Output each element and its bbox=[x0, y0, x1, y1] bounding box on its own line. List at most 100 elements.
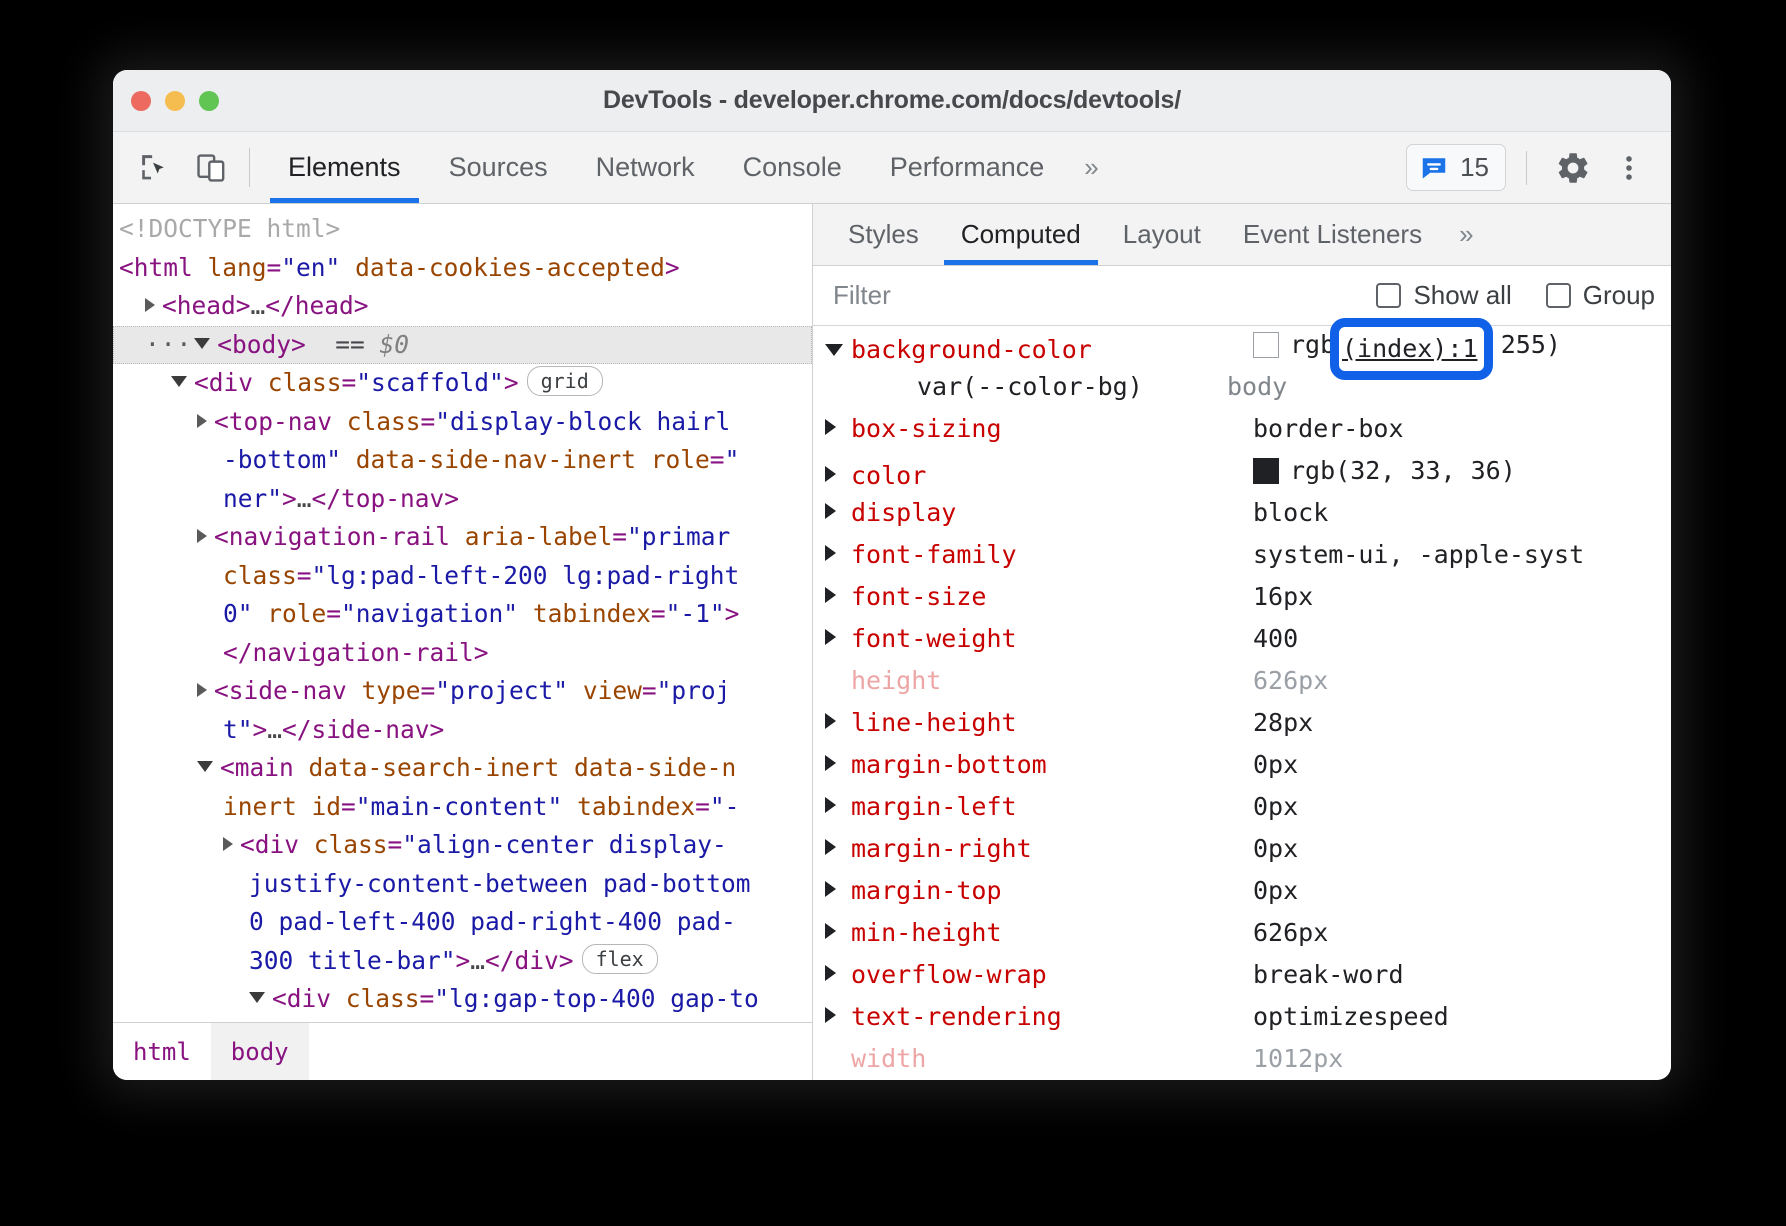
computed-property-row[interactable]: displayblock bbox=[813, 498, 1671, 540]
dom-node[interactable]: </navigation-rail> bbox=[113, 634, 812, 673]
minimize-window-button[interactable] bbox=[165, 91, 185, 111]
expand-triangle-icon[interactable] bbox=[197, 529, 207, 543]
dom-node[interactable]: inert id="main-content" tabindex="- bbox=[113, 788, 812, 827]
expand-triangle-icon[interactable] bbox=[825, 580, 851, 609]
show-all-checkbox[interactable]: Show all bbox=[1376, 280, 1511, 311]
dom-node-token: = bbox=[710, 445, 725, 474]
computed-property-row[interactable]: height626px bbox=[813, 666, 1671, 708]
tab-layout[interactable]: Layout bbox=[1102, 204, 1222, 265]
computed-property-row[interactable]: margin-top0px bbox=[813, 876, 1671, 918]
collapse-triangle-icon[interactable] bbox=[249, 992, 265, 1003]
filter-input[interactable]: Filter bbox=[833, 280, 891, 311]
dom-node[interactable]: 300 title-bar">…</div>flex bbox=[113, 942, 812, 981]
dom-node[interactable]: <div class="align-center display- bbox=[113, 826, 812, 865]
computed-property-row[interactable]: line-height28px bbox=[813, 708, 1671, 750]
collapse-triangle-icon[interactable] bbox=[171, 376, 187, 387]
computed-property-row[interactable]: text-renderingoptimizespeed bbox=[813, 1002, 1671, 1044]
computed-property-row[interactable]: margin-right0px bbox=[813, 834, 1671, 876]
computed-property-row[interactable]: background-colorrgb(255, 255, 255) bbox=[813, 330, 1671, 372]
show-all-checkbox-box[interactable] bbox=[1376, 283, 1401, 308]
color-swatch[interactable] bbox=[1253, 458, 1279, 484]
zoom-window-button[interactable] bbox=[199, 91, 219, 111]
dom-node[interactable]: ···<body> == $0 bbox=[113, 326, 812, 365]
tab-event-listeners[interactable]: Event Listeners bbox=[1222, 204, 1443, 265]
dom-node[interactable]: justify-content-between pad-bottom bbox=[113, 865, 812, 904]
dom-node[interactable]: 0 pad-left-400 pad-right-400 pad- bbox=[113, 903, 812, 942]
dom-node[interactable]: <div class="lg:gap-top-400 gap-to bbox=[113, 980, 812, 1019]
color-swatch[interactable] bbox=[1253, 332, 1279, 358]
property-name: background-color bbox=[851, 335, 1253, 364]
expand-triangle-icon[interactable] bbox=[223, 837, 233, 851]
dom-node-token: ner" bbox=[223, 484, 282, 513]
dom-node[interactable]: <main data-search-inert data-side-n bbox=[113, 749, 812, 788]
expand-triangle-icon[interactable] bbox=[825, 622, 851, 651]
issues-counter-button[interactable]: 15 bbox=[1406, 144, 1506, 191]
expand-triangle-icon[interactable] bbox=[145, 298, 155, 312]
tab-performance[interactable]: Performance bbox=[866, 132, 1069, 203]
expand-triangle-icon[interactable] bbox=[825, 916, 851, 945]
layout-badge-grid[interactable]: grid bbox=[527, 366, 603, 396]
expand-triangle-icon[interactable] bbox=[825, 538, 851, 567]
breadcrumb-item-html[interactable]: html bbox=[113, 1023, 211, 1080]
inspect-element-icon[interactable] bbox=[127, 132, 183, 203]
expand-triangle-icon[interactable] bbox=[197, 683, 207, 697]
computed-property-row[interactable]: font-size16px bbox=[813, 582, 1671, 624]
device-toolbar-icon[interactable] bbox=[183, 132, 239, 203]
computed-properties-list[interactable]: background-colorrgb(255, 255, 255)var(--… bbox=[813, 326, 1671, 1080]
more-panels-chevron-icon[interactable]: » bbox=[1068, 132, 1116, 203]
computed-property-row[interactable]: margin-bottom0px bbox=[813, 750, 1671, 792]
expand-triangle-icon[interactable] bbox=[825, 1000, 851, 1029]
tab-elements[interactable]: Elements bbox=[264, 132, 425, 203]
computed-property-row[interactable]: colorrgb(32, 33, 36) bbox=[813, 456, 1671, 498]
breadcrumb-item-body[interactable]: body bbox=[211, 1023, 309, 1080]
computed-property-row[interactable]: margin-left0px bbox=[813, 792, 1671, 834]
dom-node[interactable]: 0" role="navigation" tabindex="-1"> bbox=[113, 595, 812, 634]
layout-badge-flex[interactable]: flex bbox=[582, 944, 658, 974]
computed-property-row[interactable]: min-height626px bbox=[813, 918, 1671, 960]
node-overflow-dots[interactable]: ··· bbox=[145, 330, 192, 359]
collapse-triangle-icon[interactable] bbox=[194, 338, 210, 349]
dom-node[interactable]: <navigation-rail aria-label="primar bbox=[113, 518, 812, 557]
dom-node[interactable]: <top-nav class="display-block hairl bbox=[113, 403, 812, 442]
tab-console[interactable]: Console bbox=[719, 132, 866, 203]
group-checkbox[interactable]: Group bbox=[1546, 280, 1655, 311]
group-checkbox-box[interactable] bbox=[1546, 283, 1571, 308]
tab-styles[interactable]: Styles bbox=[827, 204, 940, 265]
gear-icon[interactable] bbox=[1547, 142, 1599, 194]
kebab-menu-icon[interactable] bbox=[1603, 142, 1655, 194]
dom-node[interactable]: t">…</side-nav> bbox=[113, 711, 812, 750]
expand-triangle-icon[interactable] bbox=[825, 748, 851, 777]
collapse-triangle-icon[interactable] bbox=[825, 333, 851, 362]
dom-node[interactable]: -bottom" data-side-nav-inert role=" bbox=[113, 441, 812, 480]
expand-triangle-icon[interactable] bbox=[825, 958, 851, 987]
expand-triangle-icon[interactable] bbox=[197, 414, 207, 428]
collapse-triangle-icon[interactable] bbox=[197, 761, 213, 772]
dom-node[interactable]: <side-nav type="project" view="proj bbox=[113, 672, 812, 711]
close-window-button[interactable] bbox=[131, 91, 151, 111]
dom-node[interactable]: ner">…</top-nav> bbox=[113, 480, 812, 519]
computed-property-row[interactable]: overflow-wrapbreak-word bbox=[813, 960, 1671, 1002]
dom-node[interactable]: class="lg:pad-left-200 lg:pad-right bbox=[113, 557, 812, 596]
computed-property-row[interactable]: width1012px bbox=[813, 1044, 1671, 1080]
expand-triangle-icon[interactable] bbox=[825, 706, 851, 735]
dom-tree[interactable]: <!DOCTYPE html><html lang="en" data-cook… bbox=[113, 204, 812, 1022]
computed-property-row[interactable]: box-sizingborder-box bbox=[813, 414, 1671, 456]
computed-property-row[interactable]: font-weight400 bbox=[813, 624, 1671, 666]
expand-triangle-icon[interactable] bbox=[825, 832, 851, 861]
dom-node[interactable]: <html lang="en" data-cookies-accepted> bbox=[113, 249, 812, 288]
tab-computed[interactable]: Computed bbox=[940, 204, 1102, 265]
source-link-index[interactable]: (index):1 bbox=[1342, 330, 1477, 368]
dom-node[interactable]: <head>…</head> bbox=[113, 287, 812, 326]
more-sidebar-tabs-chevron-icon[interactable]: » bbox=[1443, 204, 1489, 265]
expand-triangle-icon[interactable] bbox=[825, 496, 851, 525]
computed-property-row[interactable]: font-familysystem-ui, -apple-syst bbox=[813, 540, 1671, 582]
dom-node[interactable]: <!DOCTYPE html> bbox=[113, 210, 812, 249]
expand-triangle-icon[interactable] bbox=[825, 459, 851, 488]
tab-network[interactable]: Network bbox=[572, 132, 719, 203]
dom-node[interactable]: <div class="scaffold">grid bbox=[113, 364, 812, 403]
expand-triangle-icon[interactable] bbox=[825, 790, 851, 819]
property-value-text: 626px bbox=[1253, 918, 1328, 947]
expand-triangle-icon[interactable] bbox=[825, 412, 851, 441]
tab-sources[interactable]: Sources bbox=[425, 132, 572, 203]
expand-triangle-icon[interactable] bbox=[825, 874, 851, 903]
